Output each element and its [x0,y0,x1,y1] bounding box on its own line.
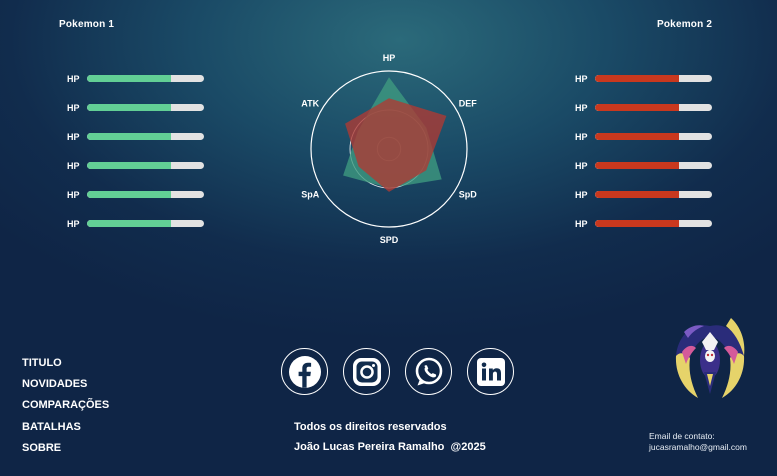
stat-bar [87,162,204,169]
stat-bar [87,133,204,140]
contact-info: Email de contato: jucasramalho@gmail.com [649,431,747,453]
radar-axis-label: ATK [301,99,319,109]
nav-link-comparacoes[interactable]: COMPARAÇÕES [22,397,109,418]
stat-row: HP [575,64,712,93]
radar-axis-label: HP [383,53,396,63]
stat-bar [595,162,712,169]
nav-link-novidades[interactable]: NOVIDADES [22,376,109,397]
stat-bar-fill [87,162,172,169]
stat-bar-fill [595,191,680,198]
stat-row: HP [67,64,204,93]
stat-bar-fill [595,220,680,227]
stat-label: HP [67,218,80,229]
instagram-button[interactable] [343,348,390,395]
stat-bar [87,75,204,82]
stat-row: HP [67,209,204,238]
stat-row: HP [67,180,204,209]
pokemon2-stats: HP HP HP HP HP HP [575,64,712,238]
stat-bar [595,75,712,82]
stat-label: HP [67,160,80,171]
radar-axis-label: SpD [459,190,478,200]
footer-nav: TITULO NOVIDADES COMPARAÇÕES BATALHAS SO… [22,355,109,461]
contact-label: Email de contato: [649,431,715,441]
contact-email[interactable]: jucasramalho@gmail.com [649,442,747,453]
stat-bar-fill [595,162,680,169]
radar-axis-label: SpA [301,190,320,200]
lunala-mascot-image [675,318,745,398]
nav-link-titulo[interactable]: TITULO [22,355,109,376]
stat-bar [595,104,712,111]
stat-label: HP [575,73,588,84]
stat-bar-fill [87,104,172,111]
stat-label: HP [575,102,588,113]
radar-svg: HP DEF SpD SPD SpA ATK [301,53,478,245]
stat-bar-fill [87,191,172,198]
stat-bar-fill [595,133,680,140]
copyright-text: Todos os direitos reservados [294,421,447,433]
stat-bar-fill [595,75,680,82]
stat-bar-fill [87,75,172,82]
stat-label: HP [575,218,588,229]
stat-row: HP [575,122,712,151]
pokemon2-title: Pokemon 2 [657,19,713,30]
stat-row: HP [67,93,204,122]
pokemon1-stats: HP HP HP HP HP HP [67,64,204,238]
stat-bar [87,191,204,198]
instagram-icon [352,357,381,386]
stat-row: HP [575,180,712,209]
whatsapp-button[interactable] [405,348,452,395]
pokemon1-title: Pokemon 1 [59,19,115,30]
stat-label: HP [67,189,80,200]
linkedin-icon [476,357,505,386]
stat-bar [595,133,712,140]
stat-bar [87,220,204,227]
linkedin-button[interactable] [467,348,514,395]
stat-bar [87,104,204,111]
stat-label: HP [575,189,588,200]
stat-label: HP [67,131,80,142]
stat-row: HP [67,122,204,151]
stat-label: HP [67,102,80,113]
facebook-icon [288,355,321,388]
stat-bar [595,191,712,198]
stat-bar-fill [87,220,172,227]
stat-bar-fill [595,104,680,111]
stat-label: HP [67,73,80,84]
stat-label: HP [575,131,588,142]
stat-row: HP [575,209,712,238]
stat-label: HP [575,160,588,171]
stat-bar-fill [87,133,172,140]
nav-link-batalhas[interactable]: BATALHAS [22,419,109,440]
stat-bar [595,220,712,227]
facebook-button[interactable] [281,348,328,395]
radar-chart: HP DEF SpD SPD SpA ATK [283,48,495,248]
stat-row: HP [575,93,712,122]
nav-link-sobre[interactable]: SOBRE [22,440,109,461]
author-text: João Lucas Pereira Ramalho @2025 [294,441,486,453]
stat-row: HP [67,151,204,180]
social-links [281,348,514,395]
radar-axis-label: SPD [380,235,399,245]
stat-row: HP [575,151,712,180]
radar-axis-label: DEF [459,99,478,109]
whatsapp-icon [415,357,442,385]
